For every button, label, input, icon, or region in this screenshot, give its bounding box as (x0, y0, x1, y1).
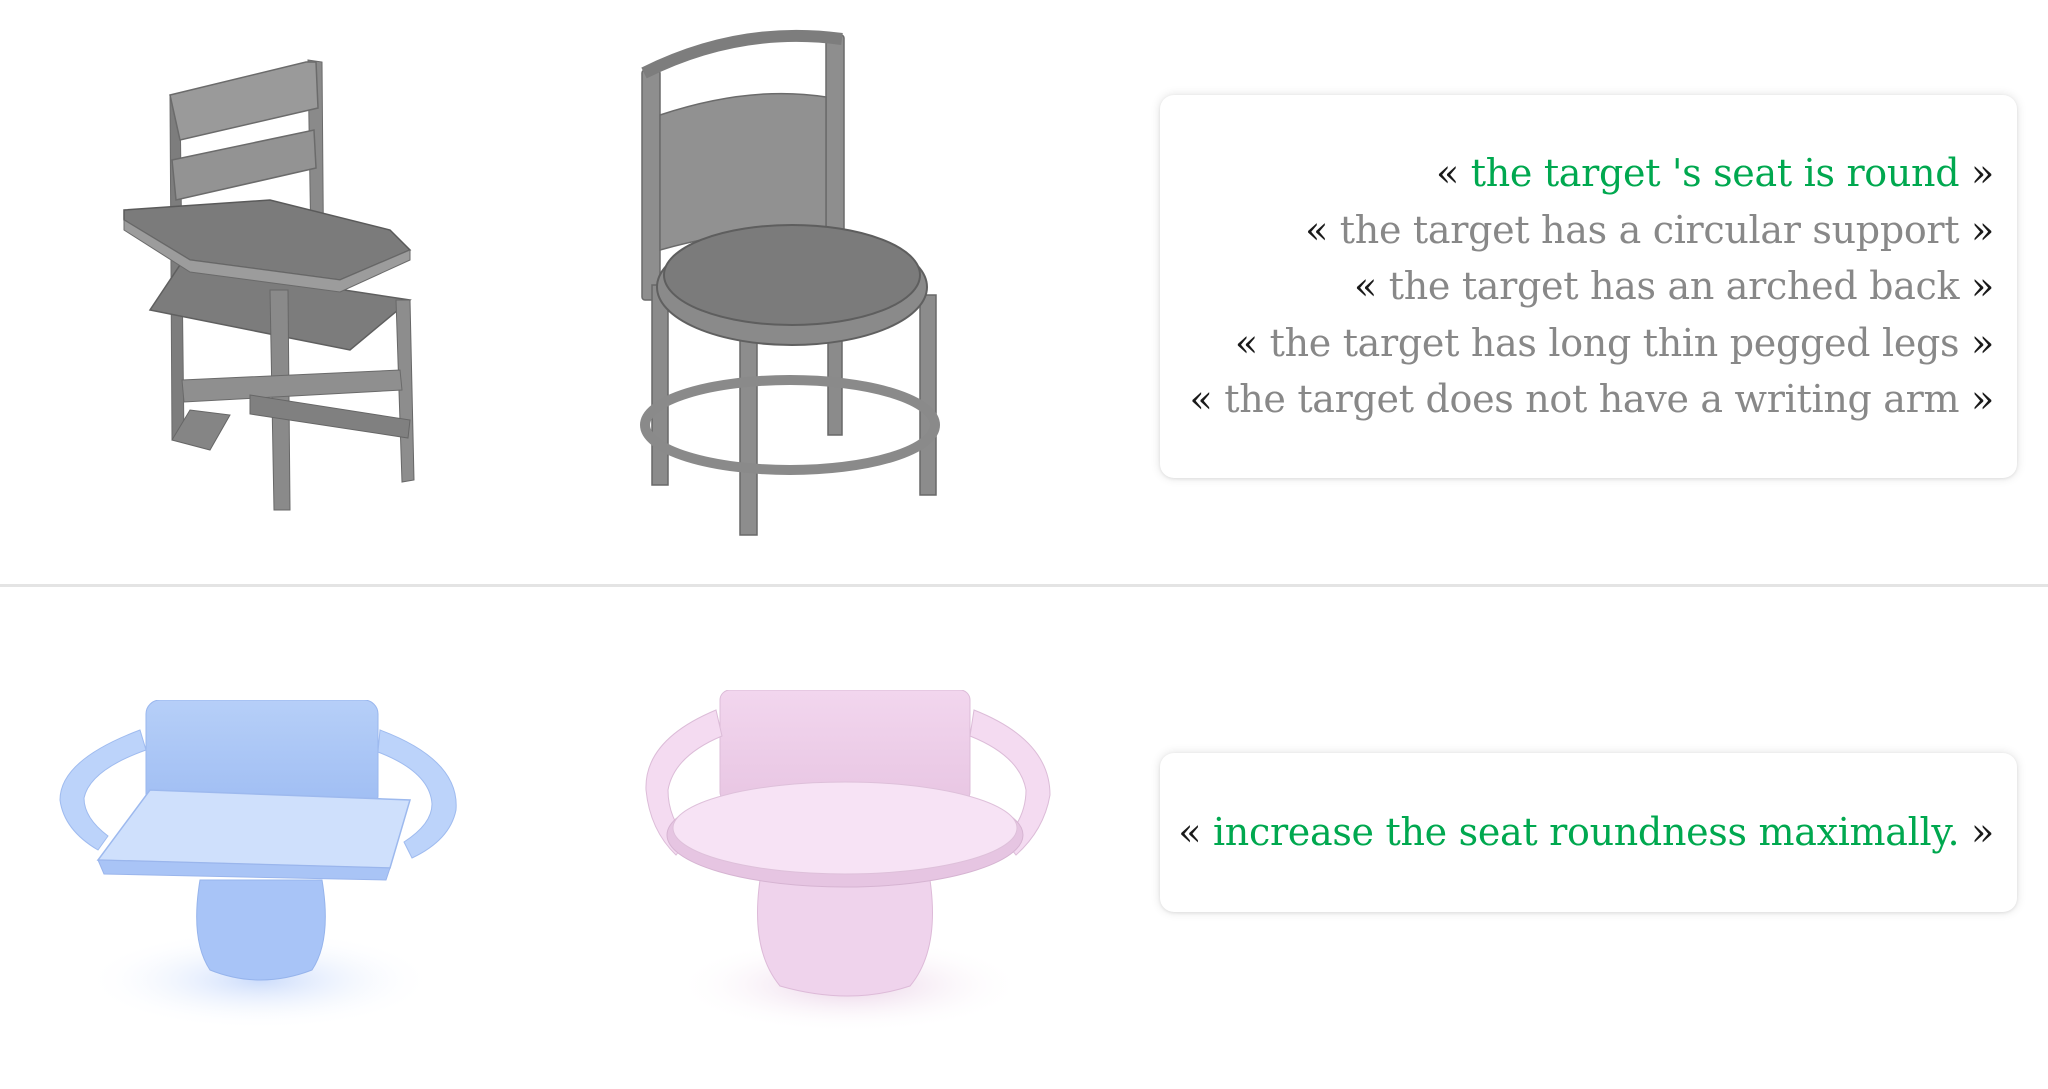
top-row: « the target 's seat is round » « the ta… (0, 0, 2048, 585)
utterance-text: the target has an arched back (1388, 264, 1960, 309)
utterance-distractor: « the target does not have a writing arm… (1189, 371, 1994, 428)
armchair-round-seat-icon (645, 690, 1051, 1030)
utterance-card: « the target 's seat is round » « the ta… (1160, 95, 2017, 478)
open-quote: « (1178, 810, 1202, 855)
close-quote: » (1971, 810, 1994, 855)
close-quote: » (1971, 377, 1994, 422)
instruction-card: « increase the seat roundness maximally.… (1160, 753, 2017, 912)
open-quote: « (1189, 377, 1213, 422)
close-quote: » (1971, 207, 1994, 252)
row-divider (0, 584, 2048, 587)
instruction-line: « increase the seat roundness maximally.… (1178, 804, 1994, 861)
open-quote: « (1353, 264, 1377, 309)
close-quote: » (1971, 151, 1994, 196)
open-quote: « (1234, 320, 1258, 365)
round-seat-chair-icon (640, 29, 940, 536)
utterance-distractor: « the target has long thin pegged legs » (1235, 315, 1994, 372)
close-quote: » (1971, 264, 1994, 309)
bottom-row: « increase the seat roundness maximally.… (0, 590, 2048, 1089)
instruction-text: increase the seat roundness maximally. (1212, 810, 1960, 855)
open-quote: « (1305, 207, 1329, 252)
utterance-text: the target has a circular support (1339, 207, 1960, 252)
armchair-square-seat-icon (59, 700, 457, 1030)
close-quote: » (1971, 320, 1994, 365)
open-quote: « (1435, 151, 1459, 196)
utterance-text: the target has long thin pegged legs (1269, 320, 1960, 365)
utterance-distractor: « the target has an arched back » (1354, 258, 1994, 315)
utterance-text: the target 's seat is round (1470, 151, 1960, 196)
school-desk-chair-icon (123, 59, 415, 511)
utterance-target: « the target 's seat is round » (1436, 145, 1994, 202)
utterance-distractor: « the target has a circular support » (1305, 202, 1994, 259)
utterance-text: the target does not have a writing arm (1224, 377, 1960, 422)
